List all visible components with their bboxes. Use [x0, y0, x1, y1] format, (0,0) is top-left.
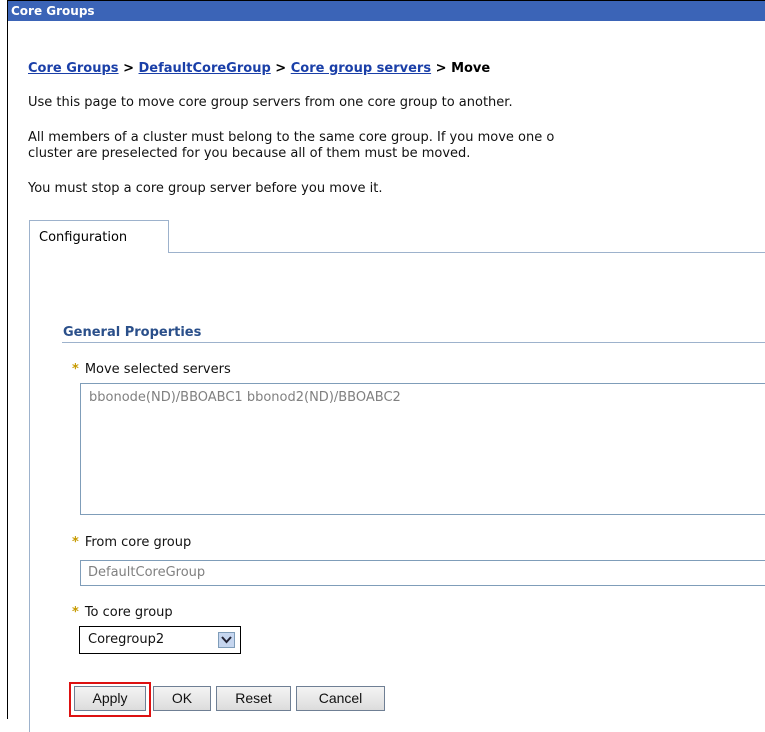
move-selected-servers-value: bbonode(ND)/BBOABC1 bbonod2(ND)/BBOABC2 [89, 390, 401, 405]
breadcrumb-separator: > [123, 61, 134, 76]
dropdown-chevron-down-icon[interactable] [218, 632, 235, 648]
move-selected-servers-label: * Move selected servers [72, 362, 231, 377]
breadcrumb-separator: > [435, 61, 447, 76]
cancel-button[interactable]: Cancel [296, 686, 385, 711]
to-core-group-select[interactable]: Coregroup2 [79, 626, 241, 654]
to-core-group-label: * To core group [72, 605, 173, 620]
breadcrumb-defaultcoregroup-link[interactable]: DefaultCoreGroup [139, 61, 271, 76]
general-properties-heading: General Properties [63, 325, 202, 340]
reset-button[interactable]: Reset [216, 686, 291, 711]
breadcrumb-core-groups-link[interactable]: Core Groups [28, 61, 119, 76]
breadcrumb: Core Groups > DefaultCoreGroup > Core gr… [28, 61, 490, 76]
move-selected-servers-label-text: Move selected servers [84, 362, 231, 377]
window-title: Core Groups [8, 1, 765, 21]
tab-configuration[interactable]: Configuration [29, 220, 169, 253]
intro-text-2: All members of a cluster must belong to … [28, 130, 555, 145]
breadcrumb-current: Move [451, 61, 491, 76]
intro-text-3: cluster are preselected for you because … [28, 146, 471, 161]
from-core-group-label: * From core group [72, 535, 191, 550]
breadcrumb-separator: > [275, 61, 287, 76]
to-core-group-selected-value: Coregroup2 [88, 632, 165, 647]
intro-text-4: You must stop a core group server before… [28, 181, 383, 196]
from-core-group-field: DefaultCoreGroup [80, 560, 765, 586]
from-core-group-label-text: From core group [84, 535, 192, 550]
general-properties-divider [62, 342, 765, 343]
ok-button[interactable]: OK [153, 686, 211, 711]
required-asterisk-icon: * [72, 362, 79, 377]
to-core-group-label-text: To core group [84, 605, 173, 620]
breadcrumb-core-group-servers-link[interactable]: Core group servers [291, 61, 431, 76]
required-asterisk-icon: * [72, 535, 79, 550]
apply-button[interactable]: Apply [74, 686, 146, 711]
move-selected-servers-list: bbonode(ND)/BBOABC1 bbonod2(ND)/BBOABC2 [80, 383, 765, 515]
required-asterisk-icon: * [72, 605, 79, 620]
intro-text-1: Use this page to move core group servers… [28, 95, 513, 110]
